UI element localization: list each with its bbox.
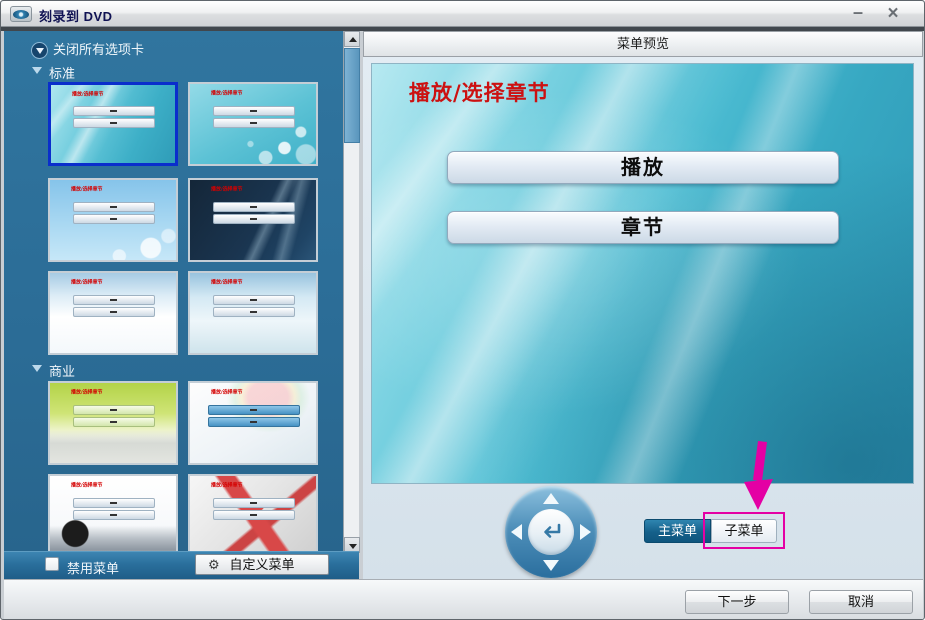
thumb-play-bar <box>73 202 156 212</box>
minimize-button[interactable]: – <box>847 5 869 23</box>
annotation-highlight-box <box>703 512 785 549</box>
thumb-play-bar <box>73 295 156 305</box>
thumb-menu-title: 播放/选择章节 <box>211 185 243 192</box>
template-thumbnail-sky-bokeh[interactable]: 播放/选择章节 <box>48 178 178 262</box>
scroll-up-button[interactable] <box>344 31 360 47</box>
sidebar-scrollbar[interactable] <box>343 31 359 553</box>
thumb-menu-title: 播放/选择章节 <box>211 278 243 285</box>
burn-to-dvd-window: 刻录到 DVD – × 关闭所有选项卡 标准 商业 播放/选择章节 播放/选择章… <box>0 0 925 620</box>
template-thumbnail-business-green-blocks[interactable]: 播放/选择章节 <box>48 381 178 465</box>
menu-preview-canvas <box>371 63 914 484</box>
close-all-tabs-label: 关闭所有选项卡 <box>53 41 144 58</box>
gear-icon: ⚙ <box>208 557 220 573</box>
template-thumbnail-teal-swirl[interactable]: 播放/选择章节 <box>48 82 178 166</box>
section-business-label: 商业 <box>49 364 75 379</box>
disable-menu-label: 禁用菜单 <box>67 558 119 577</box>
dpad-control <box>505 486 597 578</box>
menu-preview-header: 菜单预览 <box>363 31 923 57</box>
next-button[interactable]: 下一步 <box>685 590 789 614</box>
template-thumbnail-cyan-bokeh[interactable]: 播放/选择章节 <box>188 82 318 166</box>
thumb-menu-title: 播放/选择章节 <box>71 185 103 192</box>
collapse-icon <box>32 365 42 372</box>
customize-menu-label: 自定义菜单 <box>229 557 294 572</box>
close-button[interactable]: × <box>881 4 905 24</box>
thumb-chapter-bar <box>213 118 296 128</box>
thumb-menu-title: 播放/选择章节 <box>71 278 103 285</box>
template-thumbnail-business-blue-bars[interactable]: 播放/选择章节 <box>188 381 318 465</box>
dpad-left-icon[interactable] <box>511 524 522 540</box>
menu-title-text: 播放/选择章节 <box>409 77 550 107</box>
template-thumbnail-pale-blue-soft[interactable]: 播放/选择章节 <box>188 271 318 355</box>
dpad-down-icon[interactable] <box>543 560 559 571</box>
disable-menu-checkbox[interactable] <box>45 557 59 571</box>
thumb-menu-title: 播放/选择章节 <box>71 481 103 488</box>
thumb-play-bar <box>208 405 301 415</box>
thumb-play-bar <box>73 106 154 116</box>
thumb-menu-title: 播放/选择章节 <box>71 388 103 395</box>
thumb-chapter-bar <box>73 307 156 317</box>
thumb-chapter-bar <box>213 214 296 224</box>
thumb-play-bar <box>73 498 156 508</box>
thumb-chapter-bar <box>213 307 296 317</box>
dvd-disc-icon <box>10 6 32 22</box>
thumb-play-bar <box>213 106 296 116</box>
thumb-play-bar <box>213 202 296 212</box>
annotation-arrow-icon <box>737 441 783 511</box>
thumb-chapter-bar <box>73 417 156 427</box>
scrollbar-thumb[interactable] <box>344 48 360 143</box>
window-title: 刻录到 DVD <box>39 6 113 25</box>
play-menu-button[interactable]: 播放 <box>447 151 839 184</box>
section-standard-label: 标准 <box>49 66 75 81</box>
circle-down-arrow-icon <box>31 42 48 59</box>
close-all-tabs-button[interactable]: 关闭所有选项卡 <box>31 41 144 58</box>
template-thumbnail-business-red-runner[interactable]: 播放/选择章节 <box>188 474 318 558</box>
thumb-play-bar <box>213 295 296 305</box>
thumb-chapter-bar <box>213 510 296 520</box>
thumb-play-bar <box>73 405 156 415</box>
main-menu-toggle[interactable]: 主菜单 <box>644 519 711 543</box>
thumb-menu-title: 播放/选择章节 <box>211 388 243 395</box>
thumb-chapter-bar <box>208 417 301 427</box>
title-bar: 刻录到 DVD – × <box>1 1 924 27</box>
enter-icon <box>539 523 563 541</box>
thumb-chapter-bar <box>73 510 156 520</box>
thumb-menu-title: 播放/选择章节 <box>211 89 243 96</box>
collapse-icon <box>32 67 42 74</box>
chapter-menu-button[interactable]: 章节 <box>447 211 839 244</box>
template-thumbnail-pale-blue-top[interactable]: 播放/选择章节 <box>48 271 178 355</box>
section-business[interactable]: 商业 <box>32 361 75 380</box>
dpad-right-icon[interactable] <box>580 524 591 540</box>
thumb-chapter-bar <box>73 214 156 224</box>
thumb-menu-title: 播放/选择章节 <box>211 481 243 488</box>
template-thumbnail-navy-swirl[interactable]: 播放/选择章节 <box>188 178 318 262</box>
customize-menu-button[interactable]: ⚙ 自定义菜单 <box>195 554 329 575</box>
section-standard[interactable]: 标准 <box>32 63 75 82</box>
template-thumbnail-business-city-chart[interactable]: 播放/选择章节 <box>48 474 178 558</box>
thumb-menu-title: 播放/选择章节 <box>72 90 104 97</box>
dpad-enter-button[interactable] <box>528 509 574 555</box>
thumb-chapter-bar <box>73 118 154 128</box>
cancel-button[interactable]: 取消 <box>809 590 913 614</box>
thumb-play-bar <box>213 498 296 508</box>
dpad-up-icon[interactable] <box>543 493 559 504</box>
